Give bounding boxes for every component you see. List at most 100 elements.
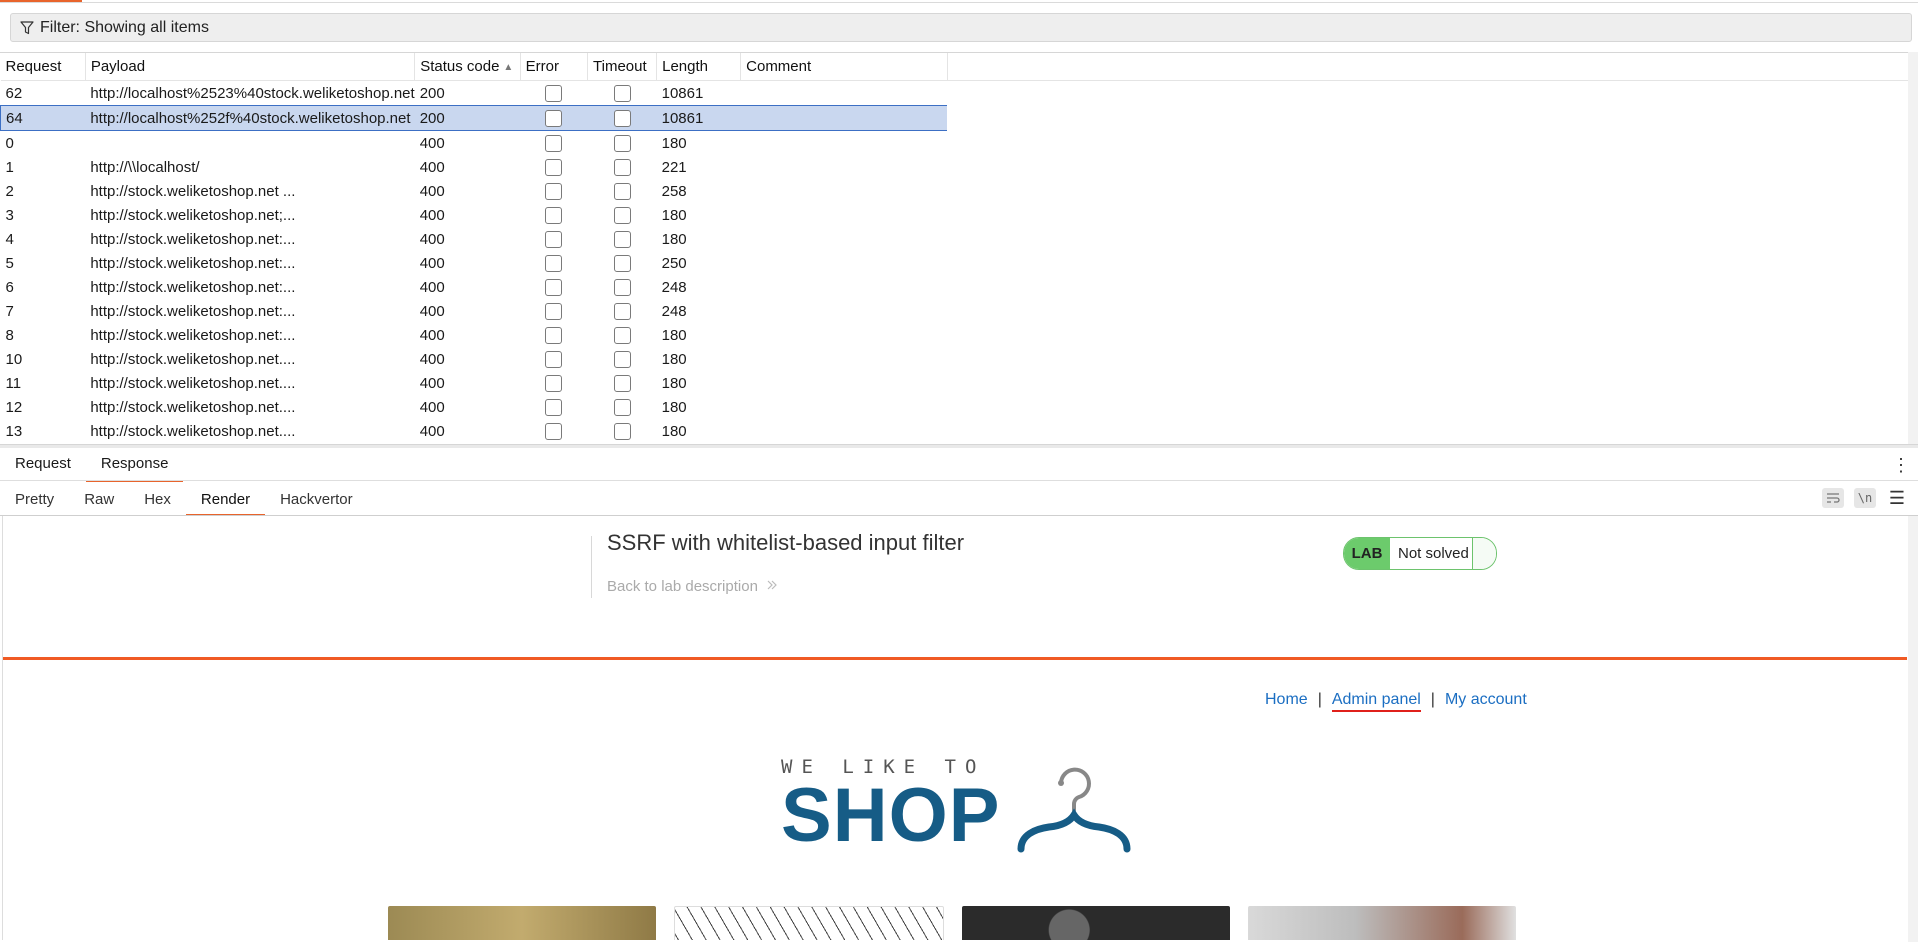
column-header-length[interactable]: Length [656, 53, 742, 81]
product-image[interactable] [962, 906, 1230, 940]
cell-request: 64 [0, 105, 86, 131]
pane-splitter[interactable] [0, 444, 1918, 448]
table-row[interactable]: 62 http://localhost%2523%40stock.weliketo… [1, 81, 1918, 106]
table-row[interactable]: 10 http://stock.weliketoshop.net.... 400 18… [1, 347, 1918, 371]
tab-request[interactable]: Request [0, 452, 86, 480]
render-scrollbar[interactable] [1908, 516, 1918, 942]
timeout-checkbox[interactable] [613, 326, 631, 344]
column-header-request[interactable]: Request [0, 53, 86, 81]
error-checkbox[interactable] [545, 254, 563, 272]
timeout-checkbox[interactable] [613, 422, 631, 440]
product-image[interactable] [388, 906, 656, 940]
table-row[interactable]: 13 http://stock.weliketoshop.net.... 400 18… [1, 419, 1918, 443]
cell-comment[interactable] [740, 105, 948, 131]
cell-comment[interactable] [741, 299, 947, 323]
timeout-checkbox[interactable] [613, 302, 631, 320]
filter-bar[interactable]: Filter: Showing all items [10, 13, 1912, 42]
show-newlines-icon[interactable]: \n [1854, 488, 1876, 508]
error-checkbox[interactable] [545, 134, 563, 152]
timeout-checkbox[interactable] [613, 206, 631, 224]
error-checkbox[interactable] [545, 206, 563, 224]
table-row[interactable]: 6 http://stock.weliketoshop.net:... 400 248 [1, 275, 1918, 299]
tab-raw[interactable]: Raw [69, 486, 129, 514]
column-header-error[interactable]: Error [520, 53, 589, 81]
cell-error [520, 81, 587, 106]
cell-comment[interactable] [741, 347, 947, 371]
table-row[interactable]: 11 http://stock.weliketoshop.net.... 400 18… [1, 371, 1918, 395]
table-row[interactable]: 2 http://stock.weliketoshop.net ... 400 258 [1, 179, 1918, 203]
table-scrollbar[interactable] [1908, 52, 1918, 444]
table-row[interactable]: 1 http://\\localhost/400 221 [1, 155, 1918, 179]
cell-comment[interactable] [741, 179, 947, 203]
tab-response[interactable]: Response [85, 452, 184, 482]
cell-timeout [587, 105, 657, 131]
table-row[interactable]: 3 http://stock.weliketoshop.net;... 400 180 [1, 203, 1918, 227]
cell-comment[interactable] [741, 131, 947, 156]
error-checkbox[interactable] [545, 302, 563, 320]
table-row[interactable]: 64 http://localhost%252f%40stock.weliketo… [0, 105, 1918, 131]
error-checkbox[interactable] [545, 398, 563, 416]
error-checkbox[interactable] [545, 182, 563, 200]
error-checkbox[interactable] [545, 109, 563, 127]
cell-comment[interactable] [741, 275, 947, 299]
tab-render[interactable]: Render [185, 486, 266, 516]
error-checkbox[interactable] [545, 230, 563, 248]
cell-comment[interactable] [741, 203, 947, 227]
timeout-checkbox[interactable] [613, 134, 631, 152]
error-checkbox[interactable] [545, 350, 563, 368]
cell-comment[interactable] [741, 395, 947, 419]
word-wrap-icon[interactable] [1822, 488, 1844, 508]
table-row[interactable]: 0 400 180 [1, 131, 1918, 156]
error-checkbox[interactable] [545, 158, 563, 176]
cell-comment[interactable] [741, 251, 947, 275]
cell-comment[interactable] [741, 323, 947, 347]
back-to-lab-link[interactable]: Back to lab description [607, 578, 778, 595]
table-row[interactable]: 8 http://stock.weliketoshop.net:... 400 180 [1, 323, 1918, 347]
nav-home-link[interactable]: Home [1265, 691, 1308, 712]
timeout-checkbox[interactable] [613, 158, 631, 176]
cell-comment[interactable] [741, 81, 947, 106]
menu-icon[interactable]: ☰ [1886, 488, 1908, 508]
timeout-checkbox[interactable] [613, 182, 631, 200]
table-row[interactable]: 7 http://stock.weliketoshop.net:... 400 248 [1, 299, 1918, 323]
cell-status-code: 400 [419, 350, 445, 368]
product-image[interactable] [674, 906, 944, 940]
table-row[interactable]: 12 http://stock.weliketoshop.net.... 400 18… [1, 395, 1918, 419]
cell-error [520, 155, 587, 179]
table-row[interactable]: 4 http://stock.weliketoshop.net:... 400 180 [1, 227, 1918, 251]
column-header-comment[interactable]: Comment [740, 53, 948, 81]
column-header-filler [947, 53, 1918, 81]
cell-comment[interactable] [741, 227, 947, 251]
error-checkbox[interactable] [545, 278, 563, 296]
view-tabs: Pretty Raw Hex Render Hackvertor [0, 486, 368, 516]
tab-hackvertor[interactable]: Hackvertor [265, 486, 368, 514]
more-options-icon[interactable]: ⋮ [1892, 455, 1910, 476]
timeout-checkbox[interactable] [613, 230, 631, 248]
cell-request: 3 [5, 206, 14, 224]
tab-hex[interactable]: Hex [129, 486, 186, 514]
tab-pretty[interactable]: Pretty [0, 486, 69, 514]
error-checkbox[interactable] [545, 374, 563, 392]
product-image[interactable] [1248, 906, 1516, 940]
timeout-checkbox[interactable] [613, 278, 631, 296]
table-row[interactable]: 5 http://stock.weliketoshop.net:... 400 250 [1, 251, 1918, 275]
timeout-checkbox[interactable] [613, 374, 631, 392]
timeout-checkbox[interactable] [613, 109, 631, 127]
nav-my-account-link[interactable]: My account [1445, 691, 1527, 712]
cell-comment[interactable] [741, 155, 947, 179]
column-header-payload[interactable]: Payload [85, 53, 416, 81]
column-header-timeout[interactable]: Timeout [587, 53, 658, 81]
timeout-checkbox[interactable] [613, 254, 631, 272]
timeout-checkbox[interactable] [613, 398, 631, 416]
column-header-status-code[interactable]: Status code ▲ [414, 53, 521, 81]
error-checkbox[interactable] [545, 84, 563, 102]
nav-admin-panel-link[interactable]: Admin panel [1331, 691, 1421, 712]
shop-logo: WE LIKE TO SHOP [781, 756, 1000, 854]
error-checkbox[interactable] [545, 422, 563, 440]
divider [0, 480, 1918, 481]
timeout-checkbox[interactable] [613, 350, 631, 368]
cell-comment[interactable] [741, 419, 947, 443]
cell-comment[interactable] [741, 371, 947, 395]
error-checkbox[interactable] [545, 326, 563, 344]
timeout-checkbox[interactable] [613, 84, 631, 102]
